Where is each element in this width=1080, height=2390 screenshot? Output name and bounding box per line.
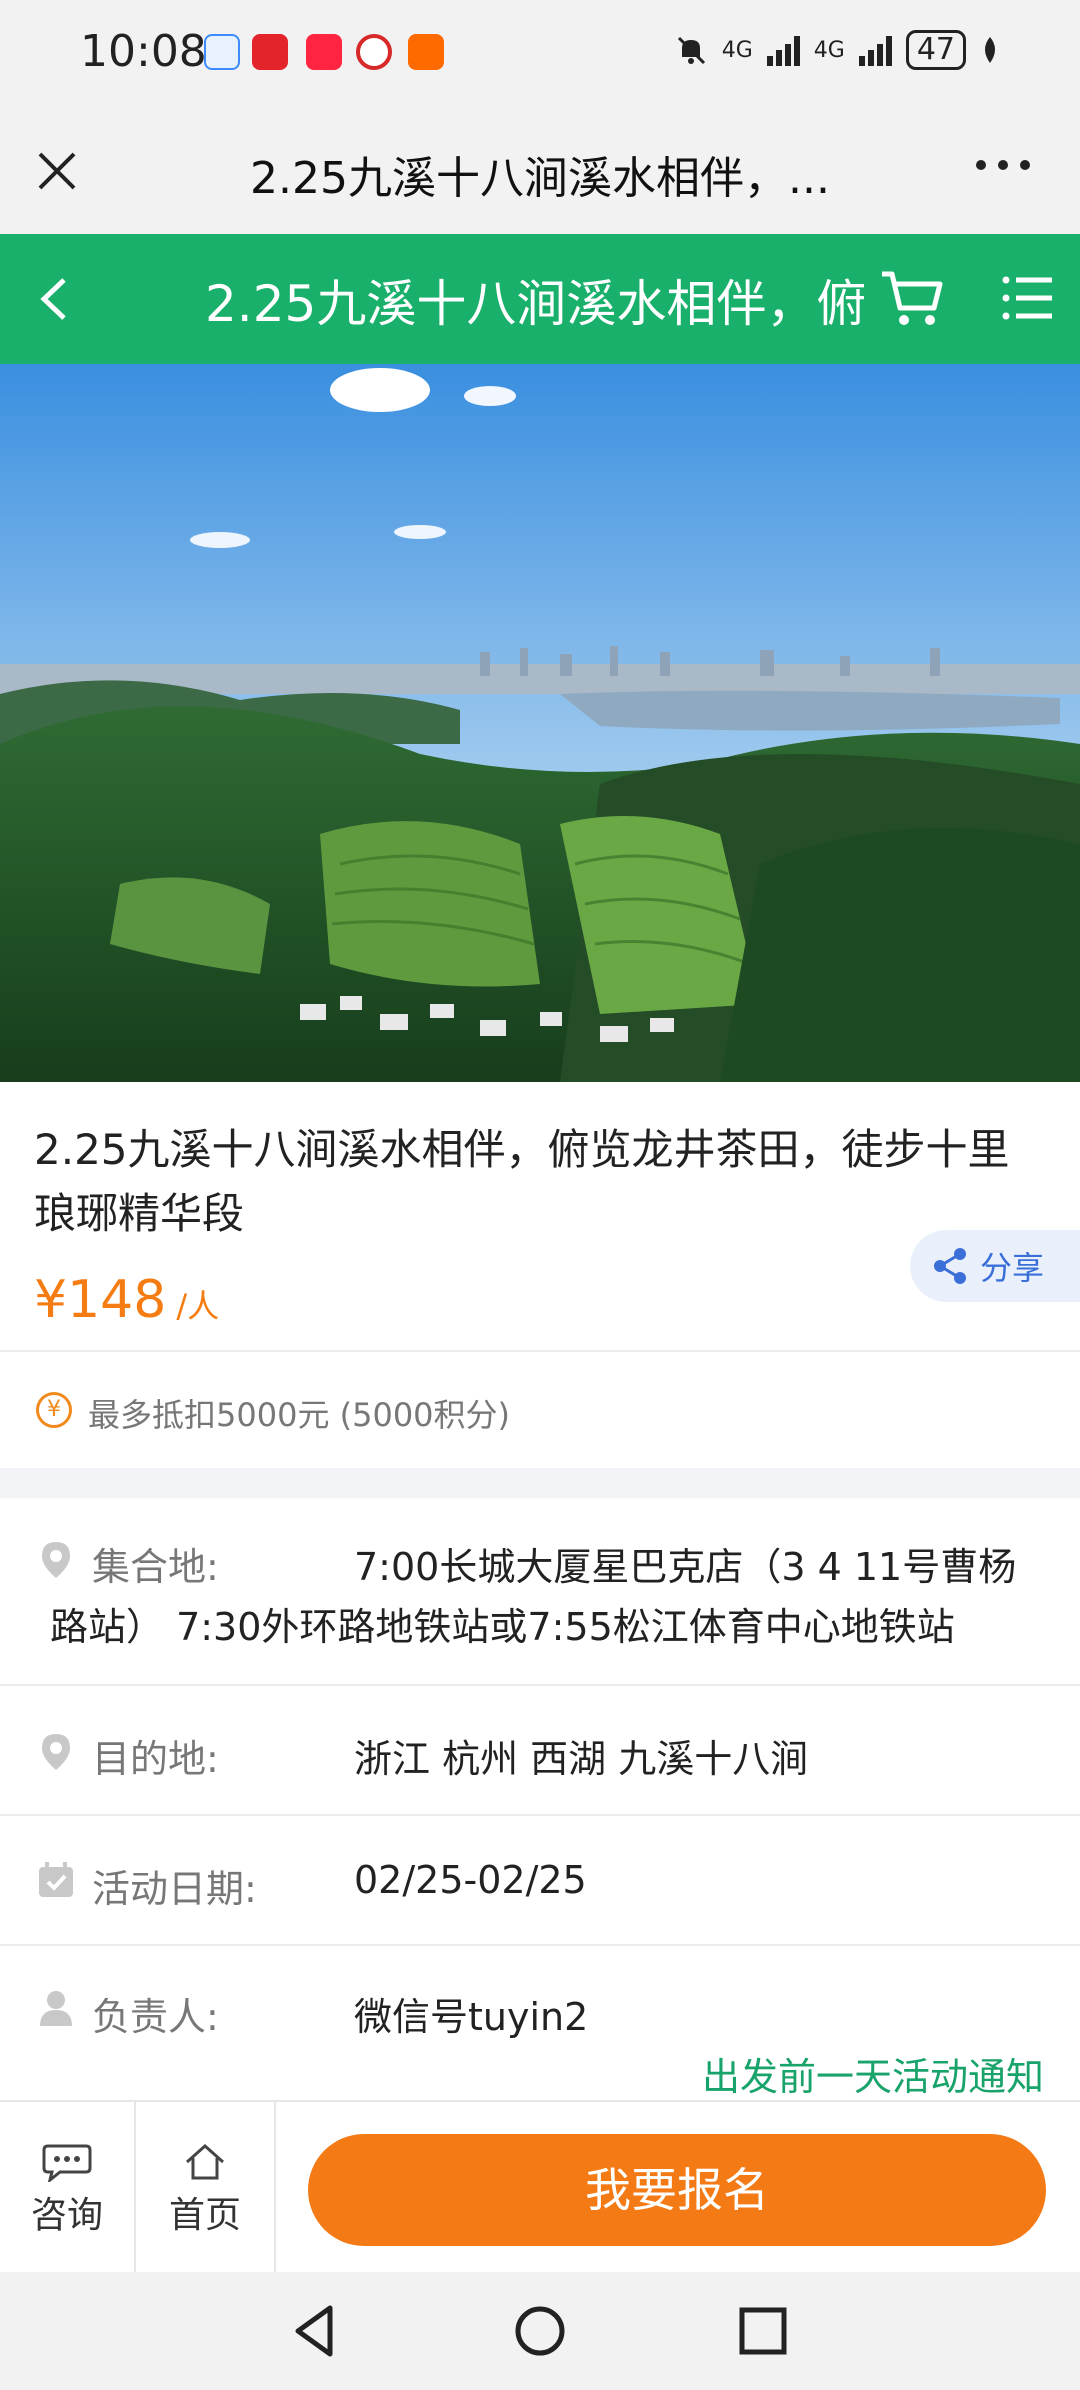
trip-price: ¥148/人 <box>34 1270 219 1330</box>
taobao-app-icon <box>408 34 444 70</box>
back-arrow-icon[interactable] <box>30 272 84 326</box>
share-icon <box>934 1248 966 1284</box>
destination-row: 目的地: 浙江 杭州 西湖 九溪十八涧 <box>0 1686 1080 1816</box>
system-navigation-bar <box>0 2272 1080 2390</box>
home-button[interactable]: 首页 <box>136 2102 276 2274</box>
mute-bell-icon <box>677 36 705 65</box>
zhihu-app-icon <box>252 34 288 70</box>
meeting-point-row: 集合地: 7:00长城大厦星巴克店（3 4 11号曹杨 路站） 7:30外环路地… <box>0 1498 1080 1686</box>
back-triangle-icon[interactable] <box>280 2296 350 2366</box>
date-label: 活动日期: <box>92 1867 257 1911</box>
price-unit: /人 <box>176 1287 220 1325</box>
page-header: 2.25九溪十八涧溪水相伴，俯 <box>0 234 1080 364</box>
yuan-coin-icon: ¥ <box>36 1392 72 1428</box>
webview-title-bar: 2.25九溪十八涧溪水相伴，... <box>0 108 1080 234</box>
hero-landscape-image <box>0 364 1080 1082</box>
consult-button[interactable]: 咨询 <box>0 2102 136 2274</box>
signal-bars-1-icon <box>766 34 800 66</box>
network-label-2: 4G <box>813 37 845 63</box>
destination-value: 浙江 杭州 西湖 九溪十八涧 <box>354 1737 809 1781</box>
meeting-value-line2: 路站） 7:30外环路地铁站或7:55松江体育中心地铁站 <box>50 1605 955 1649</box>
chat-app-icon <box>204 34 240 70</box>
header-title: 2.25九溪十八涧溪水相伴，俯 <box>205 275 867 333</box>
network-label-1: 4G <box>721 37 753 63</box>
section-divider <box>0 1468 1080 1498</box>
price-value: ¥148 <box>34 1270 167 1330</box>
leader-label: 负责人: <box>92 1995 219 2039</box>
close-icon[interactable] <box>30 144 84 198</box>
points-text: 最多抵扣5000元 (5000积分) <box>88 1396 511 1434</box>
activity-date-row: 活动日期: 02/25-02/25 <box>0 1816 1080 1946</box>
battery-level: 47 <box>905 30 966 70</box>
date-value: 02/25-02/25 <box>354 1858 587 1902</box>
share-label: 分享 <box>980 1249 1045 1287</box>
bottom-action-bar: 咨询 首页 我要报名 <box>0 2100 1080 2274</box>
status-bar: 10:08 4G 4G 47 <box>0 0 1080 108</box>
person-icon <box>40 1991 72 2026</box>
trip-info-card: 2.25九溪十八涧溪水相伴，俯览龙井茶田，徒步十里琅琊精华段 ¥148/人 分享 <box>0 1082 1080 1350</box>
recents-square-icon[interactable] <box>728 2296 798 2366</box>
destination-label: 目的地: <box>92 1737 219 1781</box>
xiaohongshu-app-icon <box>306 34 342 70</box>
location-pin-icon <box>42 1734 70 1770</box>
points-deduction-row: ¥ 最多抵扣5000元 (5000积分) <box>0 1350 1080 1468</box>
home-label: 首页 <box>168 2195 241 2236</box>
signup-button[interactable]: 我要报名 <box>308 2134 1046 2246</box>
consult-label: 咨询 <box>30 2195 103 2236</box>
share-button[interactable]: 分享 <box>910 1230 1080 1302</box>
departure-notice: 出发前一天活动通知 <box>701 2055 1044 2099</box>
chat-bubble-icon <box>42 2144 92 2182</box>
leader-value: 微信号tuyin2 <box>354 1995 589 2039</box>
leaf-icon <box>985 37 995 63</box>
trip-details: 集合地: 7:00长城大厦星巴克店（3 4 11号曹杨 路站） 7:30外环路地… <box>0 1498 1080 2100</box>
bank-app-icon <box>356 34 392 70</box>
cart-icon[interactable] <box>878 264 948 334</box>
more-options-icon[interactable] <box>976 160 1030 170</box>
meeting-value-line1: 7:00长城大厦星巴克店（3 4 11号曹杨 <box>354 1545 1017 1589</box>
webview-title: 2.25九溪十八涧溪水相伴，... <box>250 153 830 204</box>
status-indicators: 4G 4G 47 <box>674 30 1000 70</box>
leader-row: 负责人: 微信号tuyin2 出发前一天活动通知 <box>0 1946 1080 2100</box>
home-circle-icon[interactable] <box>505 2296 575 2366</box>
trip-title: 2.25九溪十八涧溪水相伴，俯览龙井茶田，徒步十里琅琊精华段 <box>34 1125 1010 1238</box>
location-pin-icon <box>42 1542 70 1578</box>
meeting-label: 集合地: <box>92 1545 219 1589</box>
menu-list-icon[interactable] <box>1000 270 1056 326</box>
status-time: 10:08 <box>80 26 207 77</box>
signal-bars-2-icon <box>858 34 892 66</box>
home-icon <box>186 2143 224 2180</box>
calendar-check-icon <box>39 1862 73 1897</box>
